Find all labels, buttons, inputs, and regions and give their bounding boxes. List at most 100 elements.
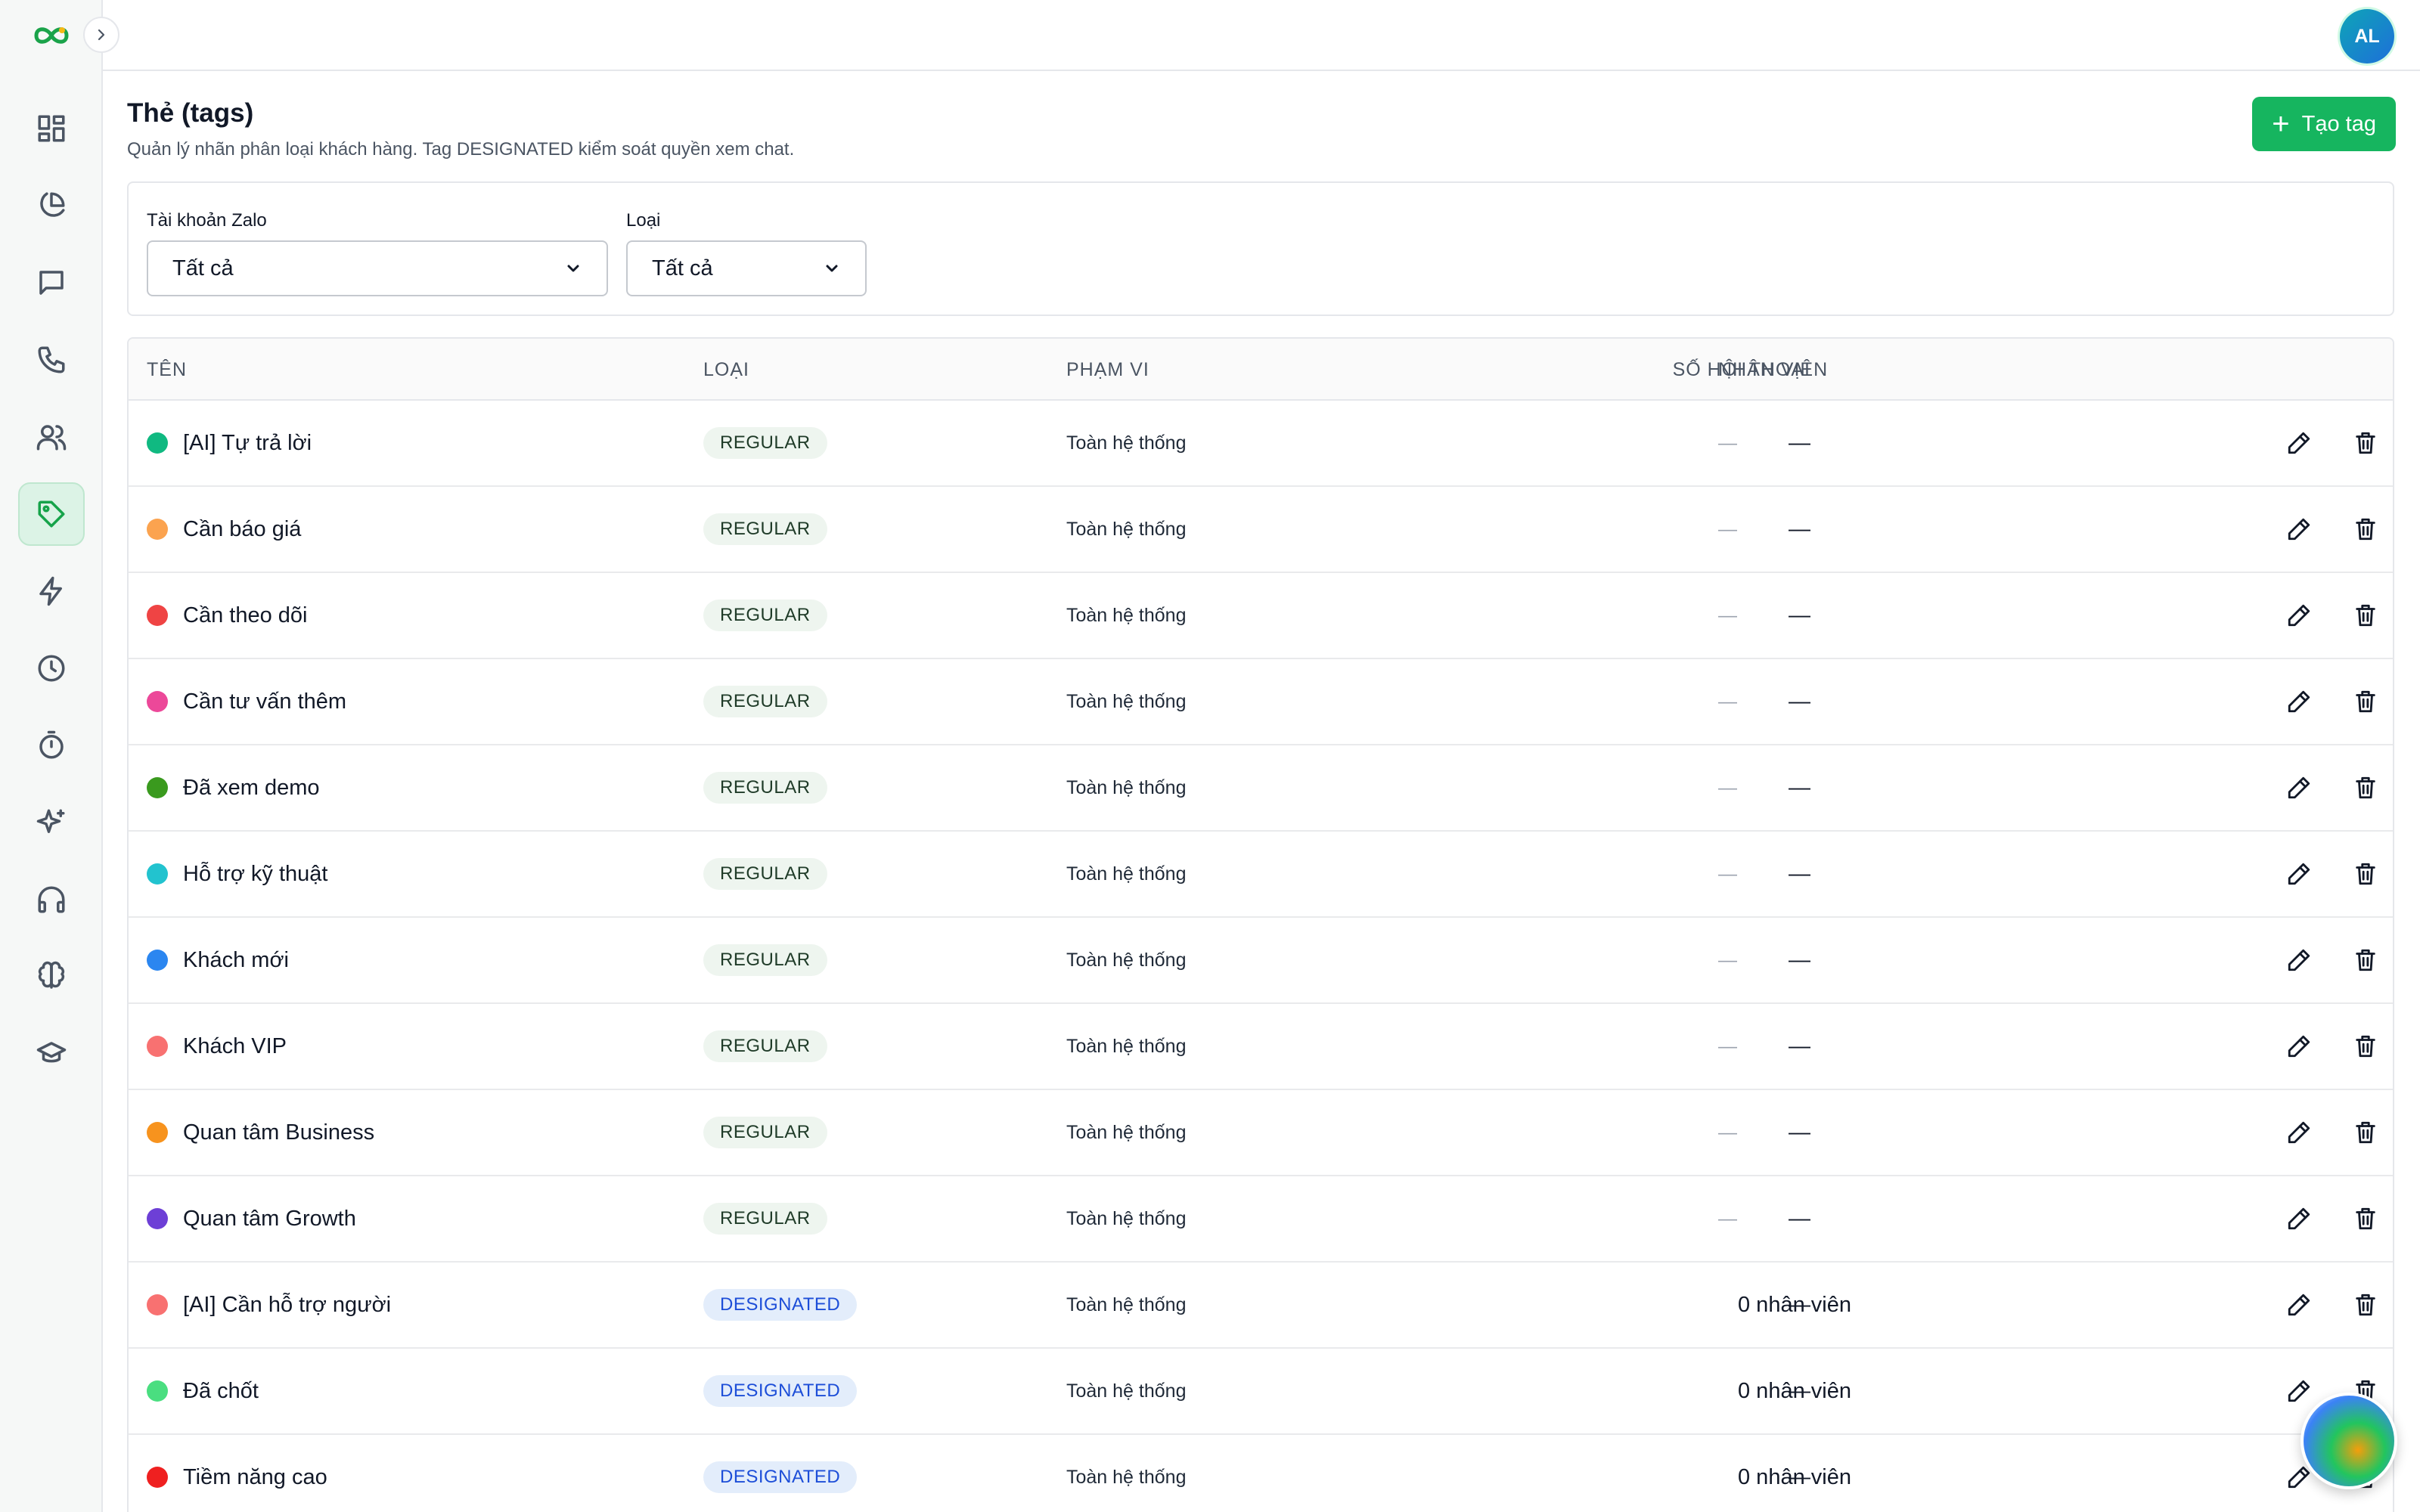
zalo-account-select[interactable]: Tất cả <box>147 240 608 296</box>
tag-scope: Toàn hệ thống <box>1066 863 1187 885</box>
header-staff[interactable]: NHÂN VIÊN <box>1718 339 1828 401</box>
tag-name: Đã xem demo <box>183 775 320 800</box>
delete-button[interactable] <box>2344 594 2387 637</box>
table-row[interactable]: Cần báo giá REGULAR Toàn hệ thống — — <box>129 487 2393 573</box>
edit-button[interactable] <box>2278 1198 2320 1240</box>
conversation-count-cell: — <box>1565 1090 1810 1175</box>
table-row[interactable]: Hỗ trợ kỹ thuật REGULAR Toàn hệ thống — … <box>129 832 2393 918</box>
chart-pie-icon <box>40 192 65 217</box>
conversation-count-cell: — <box>1565 918 1810 1002</box>
edit-button[interactable] <box>2278 1370 2320 1412</box>
tag-name: [AI] Tự trả lời <box>183 430 312 455</box>
sidebar-item-automation[interactable] <box>18 559 85 623</box>
delete-button[interactable] <box>2344 853 2387 895</box>
table-row[interactable]: [AI] Cần hỗ trợ người DESIGNATED Toàn hệ… <box>129 1263 2393 1349</box>
table-row[interactable]: Quan tâm Growth REGULAR Toàn hệ thống — … <box>129 1176 2393 1263</box>
sidebar-item-training[interactable] <box>18 1022 85 1086</box>
delete-button[interactable] <box>2344 1111 2387 1154</box>
sidebar-item-customers[interactable] <box>18 405 85 469</box>
type-select[interactable]: Tất cả <box>626 240 867 296</box>
table-row[interactable]: Cần theo dõi REGULAR Toàn hệ thống — — <box>129 573 2393 659</box>
tag-type-cell: REGULAR <box>703 401 827 485</box>
dashboard-icon <box>38 115 65 142</box>
sidebar-item-knowledge[interactable] <box>18 945 85 1009</box>
edit-button[interactable] <box>2278 508 2320 550</box>
sidebar-item-support[interactable] <box>18 868 85 931</box>
delete-button[interactable] <box>2344 1284 2387 1326</box>
edit-button[interactable] <box>2278 1111 2320 1154</box>
conversation-count: — <box>1789 516 1810 541</box>
tag-name: [AI] Cần hỗ trợ người <box>183 1292 392 1317</box>
sidebar-item-calls[interactable] <box>18 328 85 392</box>
header-name[interactable]: TÊN <box>147 339 187 401</box>
tag-color-dot <box>147 1380 168 1402</box>
edit-button[interactable] <box>2278 939 2320 981</box>
sidebar-toggle-button[interactable] <box>83 17 119 53</box>
conversation-count: — <box>1789 775 1810 800</box>
tag-color-dot <box>147 1208 168 1229</box>
table-row[interactable]: Đã chốt DESIGNATED Toàn hệ thống — 0 nhâ… <box>129 1349 2393 1435</box>
create-tag-label: Tạo tag <box>2301 111 2376 136</box>
sidebar-item-tags[interactable] <box>18 482 85 546</box>
delete-button[interactable] <box>2344 939 2387 981</box>
edit-button[interactable] <box>2278 853 2320 895</box>
tag-scope: Toàn hệ thống <box>1066 432 1187 454</box>
staff-cell: — <box>1718 745 1737 830</box>
trash-icon <box>2356 1294 2375 1316</box>
table-row[interactable]: Khách mới REGULAR Toàn hệ thống — — <box>129 918 2393 1004</box>
delete-cell <box>2344 573 2387 658</box>
tag-color-dot <box>147 1122 168 1143</box>
tag-type-badge: REGULAR <box>703 858 827 890</box>
sidebar-item-messages[interactable] <box>18 251 85 314</box>
table-row[interactable]: Quan tâm Business REGULAR Toàn hệ thống … <box>129 1090 2393 1176</box>
delete-button[interactable] <box>2344 767 2387 809</box>
sidebar-item-timer[interactable] <box>18 714 85 777</box>
table-row[interactable]: Khách VIP REGULAR Toàn hệ thống — — <box>129 1004 2393 1090</box>
tag-scope-cell: Toàn hệ thống <box>1066 832 1186 916</box>
tag-type-cell: REGULAR <box>703 918 827 1002</box>
delete-button[interactable] <box>2344 422 2387 464</box>
table-row[interactable]: Cần tư vấn thêm REGULAR Toàn hệ thống — … <box>129 659 2393 745</box>
edit-button[interactable] <box>2278 594 2320 637</box>
delete-cell <box>2344 1004 2387 1089</box>
chevron-right-icon <box>98 29 105 41</box>
staff-count: — <box>1718 863 1737 885</box>
delete-button[interactable] <box>2344 508 2387 550</box>
edit-button[interactable] <box>2278 680 2320 723</box>
delete-button[interactable] <box>2344 1025 2387 1067</box>
sidebar-item-history[interactable] <box>18 637 85 700</box>
trash-icon <box>2356 1035 2375 1058</box>
logo-icon <box>34 27 69 44</box>
staff-cell: — <box>1718 832 1737 916</box>
header-type[interactable]: LOẠI <box>703 339 749 401</box>
table-row[interactable]: Tiềm năng cao DESIGNATED Toàn hệ thống —… <box>129 1435 2393 1512</box>
pencil-icon <box>2288 776 2310 799</box>
edit-button[interactable] <box>2278 422 2320 464</box>
conversation-count-cell: — <box>1565 1004 1810 1089</box>
tag-name-cell: [AI] Tự trả lời <box>147 401 312 485</box>
delete-button[interactable] <box>2344 1198 2387 1240</box>
create-tag-button[interactable]: + Tạo tag <box>2252 97 2396 151</box>
sidebar-item-ai[interactable] <box>18 791 85 854</box>
sidebar-item-dashboard[interactable] <box>18 97 85 160</box>
tag-name: Tiềm năng cao <box>183 1464 327 1489</box>
edit-button[interactable] <box>2278 1284 2320 1326</box>
tag-scope-cell: Toàn hệ thống <box>1066 1090 1186 1175</box>
conversation-count-cell: — <box>1565 659 1810 744</box>
table-row[interactable]: [AI] Tự trả lời REGULAR Toàn hệ thống — … <box>129 401 2393 487</box>
table-row[interactable]: Đã xem demo REGULAR Toàn hệ thống — — <box>129 745 2393 832</box>
delete-button[interactable] <box>2344 680 2387 723</box>
tag-name-cell: Đã chốt <box>147 1349 259 1433</box>
tag-type-badge: REGULAR <box>703 1117 827 1148</box>
chevron-down-icon <box>826 265 838 272</box>
phone-icon <box>38 346 65 373</box>
sidebar-item-reports[interactable] <box>18 174 85 237</box>
user-avatar[interactable]: AL <box>2340 9 2394 64</box>
chat-widget-button[interactable] <box>2301 1393 2397 1489</box>
header-scope[interactable]: PHẠM VI <box>1066 339 1150 401</box>
conversation-count: — <box>1789 430 1810 455</box>
tag-scope-cell: Toàn hệ thống <box>1066 1435 1186 1512</box>
edit-button[interactable] <box>2278 767 2320 809</box>
edit-button[interactable] <box>2278 1025 2320 1067</box>
page-title: Thẻ (tags) <box>127 98 254 128</box>
